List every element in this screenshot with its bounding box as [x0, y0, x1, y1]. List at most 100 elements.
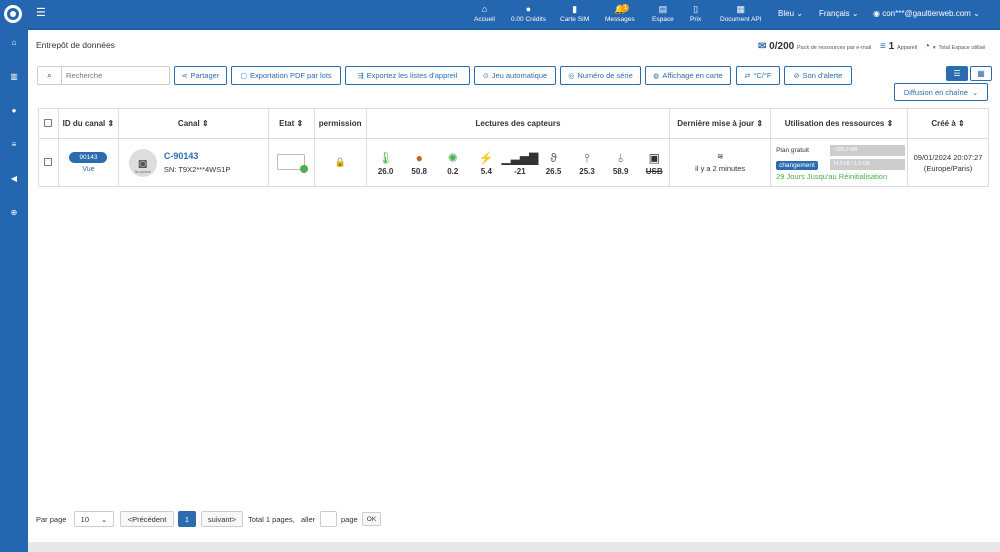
sensor-voltage[interactable]: ⚡ 5.4	[475, 149, 497, 176]
device-status-icon	[277, 153, 309, 173]
user-menu[interactable]: ◉ con***@gaultierweb.com ⌄	[873, 9, 980, 18]
col-permission: permission	[313, 108, 367, 139]
sidebar-home-icon[interactable]: ⌂	[0, 38, 28, 47]
nav-space[interactable]: ▤ Espace	[652, 3, 674, 23]
view-link[interactable]: Vue	[59, 166, 118, 173]
autoplay-button[interactable]: ⊙ Jeu automatique	[474, 66, 556, 85]
go-button[interactable]: OK	[362, 512, 381, 526]
sensor-probe-humidity[interactable]: ⫰ 58.9	[610, 149, 632, 176]
permission-cell: 🔒	[313, 138, 367, 187]
chevron-down-icon: ⌄	[796, 9, 803, 18]
col-resources[interactable]: Utilisation des ressources ⇕	[770, 108, 909, 139]
sensor-humidity[interactable]: ● 50.8	[408, 149, 430, 176]
lock-icon[interactable]: 🔒	[335, 157, 346, 167]
select-all-header	[38, 108, 59, 139]
wifi-icon: ≋	[716, 152, 724, 161]
language-dropdown[interactable]: Français ⌄	[819, 9, 859, 18]
sidebar-megaphone-icon[interactable]: ◀	[0, 174, 28, 183]
unit-toggle-button[interactable]: ⇄ °C/°F	[736, 66, 780, 85]
signal-icon: ▁▃▅▇	[501, 151, 539, 165]
channel-table: ID du canal ⇕ Canal ⇕ Etat ⇕ permission …	[38, 108, 989, 187]
sort-icon: ⇕	[958, 119, 965, 128]
sim-card-icon: ▮	[572, 4, 578, 14]
select-all-checkbox[interactable]	[44, 118, 53, 127]
row-select-cell	[38, 138, 59, 187]
menu-icon[interactable]: ☰	[36, 6, 46, 19]
id-cell: 90143 Vue	[57, 138, 119, 187]
camera-icon: ◙ No picture	[128, 148, 157, 177]
search-icon[interactable]: ⌕	[38, 67, 62, 84]
tag-icon: ▯	[693, 4, 699, 14]
caret-down-icon: ▾	[932, 45, 936, 51]
nav-api-doc[interactable]: ▦ Document API	[720, 3, 762, 23]
nav-home[interactable]: ⌂ Accueil	[474, 3, 495, 23]
sidebar-database-icon[interactable]: ≡	[0, 140, 28, 149]
previous-button[interactable]: <Précédent	[120, 511, 174, 527]
lightning-icon: ⚡	[478, 151, 494, 165]
devices-stat: ≡ 1 Appareil	[880, 41, 918, 52]
per-page-select[interactable]: 10 ⌄	[74, 511, 114, 527]
logo-icon[interactable]	[4, 5, 22, 23]
swap-icon: ⇄	[744, 72, 751, 80]
database-icon: ≡	[880, 41, 886, 52]
search-input[interactable]	[66, 71, 166, 80]
col-updated[interactable]: Dernière mise à jour ⇕	[669, 108, 772, 139]
sensor-light[interactable]: ✺ 0.2	[442, 149, 464, 176]
channel-id-badge[interactable]: 90143	[69, 152, 108, 163]
page-1-button[interactable]: 1	[178, 511, 196, 527]
sidebar-support-icon[interactable]: ⊕	[0, 208, 28, 217]
sort-icon: ⇕	[756, 119, 764, 128]
col-channel[interactable]: Canal ⇕	[117, 108, 269, 139]
resources-cell: Plan gratuit ~200.0 MB changement 14.5 k…	[770, 138, 909, 187]
messages-badge: 1	[621, 4, 630, 12]
nav-messages[interactable]: 🔔 1 Messages	[605, 3, 635, 23]
nav-sim[interactable]: ▮ Carte SIM	[560, 3, 589, 23]
sun-icon: ✺	[447, 151, 458, 165]
sensor-probe-temp[interactable]: ⫯ 25.3	[576, 149, 598, 176]
globe-icon: ◍	[653, 72, 660, 80]
space-stat[interactable]: ◔ ▾ Total Espace utilisé	[924, 41, 985, 52]
channel-name[interactable]: C-90143	[164, 151, 231, 161]
sort-icon: ⇕	[886, 119, 894, 128]
theme-dropdown[interactable]: Bleu ⌄	[778, 9, 803, 18]
col-state[interactable]: Etat ⇕	[267, 108, 315, 139]
next-button[interactable]: suivant>	[201, 511, 243, 527]
sensor-signal[interactable]: ▁▃▅▇ -21	[501, 149, 538, 176]
col-created[interactable]: Créé à ⇕	[907, 108, 989, 139]
map-view-button[interactable]: ◍ Affichage en carte	[645, 66, 731, 85]
probe-icon: ϑ	[550, 151, 557, 165]
sensor-probe[interactable]: ϑ 26.5	[543, 149, 565, 176]
envelope-icon: ✉	[758, 41, 767, 52]
col-id[interactable]: ID du canal ⇕	[57, 108, 119, 139]
sidebar-user-icon[interactable]: ●	[0, 106, 28, 115]
main-content: Entrepôt de données ✉ 0/200 Pack de ress…	[28, 28, 1000, 552]
sidebar-chart-icon[interactable]: ▥	[0, 72, 28, 81]
grid-view-icon[interactable]: ▦	[970, 66, 992, 81]
goto-page-input[interactable]	[320, 511, 337, 527]
list-view-icon[interactable]: ☰	[946, 66, 968, 81]
row-checkbox[interactable]	[44, 157, 53, 166]
document-icon: ▦	[736, 4, 746, 14]
change-plan-button[interactable]: changement	[776, 160, 818, 170]
sensor-battery[interactable]: ▣ USB	[643, 149, 665, 176]
export-pdf-button[interactable]: ▢ Exportation PDF par lots	[231, 66, 341, 85]
chain-dropdown[interactable]: Diffusion en chaîne ⌄	[894, 83, 988, 101]
nav-price[interactable]: ▯ Prix	[690, 3, 701, 23]
share-button[interactable]: ⋖ Partager	[174, 66, 227, 85]
alert-sound-button[interactable]: ⊘ Son d'alerte	[784, 66, 852, 85]
col-sensors: Lectures des capteurs	[365, 108, 671, 139]
page-title: Entrepôt de données	[36, 40, 115, 50]
nav-credits[interactable]: ● 0.00 Crédits	[511, 3, 546, 23]
chevron-down-icon: ⌄	[101, 514, 108, 524]
sidebar: ⌂ ▥ ● ≡ ◀ ⊕	[0, 28, 28, 552]
plan-usage-bar: ~200.0 MB	[830, 144, 906, 156]
created-cell: 09/01/2024 20:07:27 (Europe/Paris)	[907, 138, 989, 187]
serial-number-button[interactable]: ◎ Numéro de série	[560, 66, 641, 85]
sensor-temperature[interactable]: 🌡 26.0	[375, 149, 397, 176]
chevron-down-icon: ⌄	[973, 9, 980, 18]
export-list-button[interactable]: ⇶ Exportez les listes d'appreil	[345, 66, 470, 85]
thermometer-icon: 🌡	[377, 151, 394, 165]
play-icon: ⊙	[482, 72, 489, 80]
usage-stat: ✉ 0/200 Pack de ressources par e-mail	[758, 41, 872, 52]
humidity-drop-icon: ●	[415, 151, 423, 165]
